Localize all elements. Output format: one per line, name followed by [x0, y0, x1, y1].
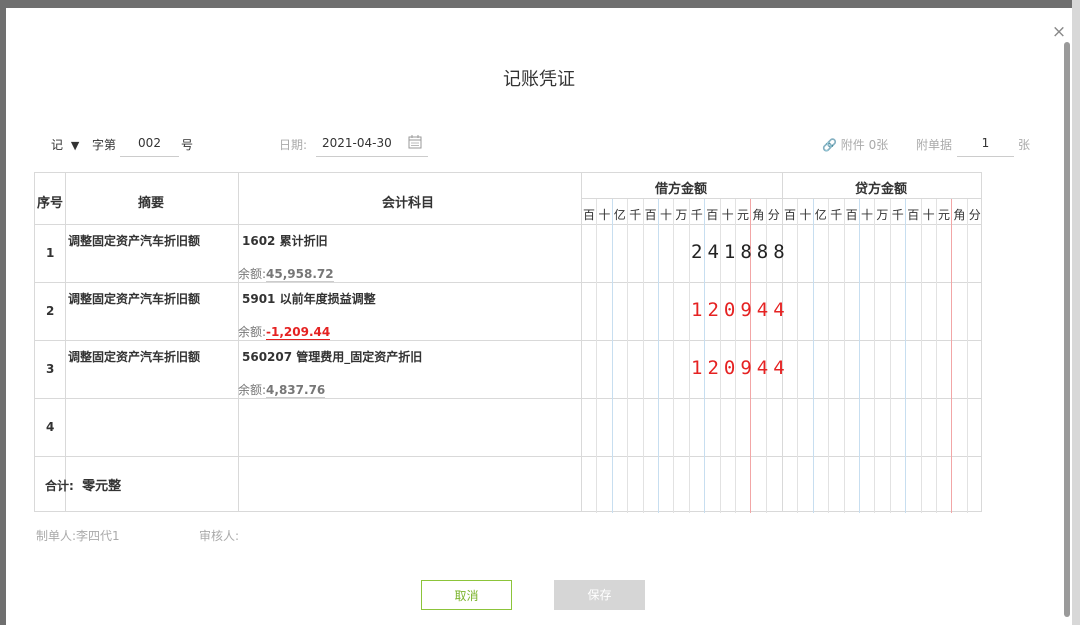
debit-unit-4: 百 — [644, 208, 657, 222]
credit-col-sep-10 — [936, 199, 937, 513]
voucher-word-value: 记 — [51, 138, 64, 152]
debit-unit-6: 万 — [675, 208, 688, 222]
row-2-debit-amount[interactable]: 120944 — [691, 299, 790, 321]
row-3-seq: 3 — [46, 362, 55, 376]
credit-col-sep-1 — [797, 199, 799, 513]
debit-unit-2: 亿 — [613, 208, 626, 222]
attach-docs-label: 附单据 — [916, 138, 953, 152]
background-strip — [1072, 0, 1080, 625]
credit-col-sep-4 — [843, 199, 845, 513]
attachment-link[interactable]: 🔗 附件 0张 — [822, 136, 888, 153]
chevron-down-icon: ▼ — [70, 139, 80, 152]
debit-col-sep-6 — [673, 199, 675, 513]
voucher-word-select[interactable]: 记 ▼ — [51, 136, 79, 153]
attach-docs-unit: 张 — [1018, 138, 1031, 152]
paperclip-icon: 🔗 — [822, 138, 837, 152]
credit-col-sep-3 — [828, 199, 830, 513]
row-2-summary[interactable]: 调整固定资产汽车折旧额 — [68, 290, 200, 307]
col-header-credit: 贷方金额 — [855, 182, 908, 197]
cancel-button[interactable]: 取消 — [421, 580, 512, 610]
row-3-balance: 余额:4,837.76 — [238, 383, 326, 398]
debit-unit-11: 角 — [752, 208, 765, 222]
date-picker[interactable]: 2021-04-30 — [316, 135, 428, 157]
credit-col-sep-11 — [951, 199, 953, 513]
voucher-number-input[interactable]: 002 — [120, 136, 179, 157]
credit-unit-9: 十 — [922, 208, 935, 222]
row-1-balance: 余额:45,958.72 — [238, 267, 334, 282]
debit-col-sep-3 — [627, 199, 629, 513]
debit-unit-12: 分 — [767, 208, 780, 222]
date-value: 2021-04-30 — [322, 136, 392, 150]
credit-col-sep-8 — [905, 199, 907, 513]
debit-unit-3: 千 — [629, 208, 642, 222]
col-header-account: 会计科目 — [382, 196, 435, 211]
credit-col-sep-9 — [920, 199, 922, 513]
total-row: 合计: 零元整 — [45, 479, 122, 494]
save-button[interactable]: 保存 — [554, 580, 645, 610]
date-label: 日期: — [279, 138, 308, 152]
credit-unit-6: 万 — [876, 208, 889, 222]
debit-unit-0: 百 — [583, 208, 596, 222]
credit-unit-8: 百 — [907, 208, 920, 222]
debit-unit-5: 十 — [660, 208, 673, 222]
credit-unit-5: 十 — [861, 208, 874, 222]
debit-unit-9: 十 — [721, 208, 734, 222]
row-2-seq: 2 — [46, 304, 55, 318]
credit-unit-1: 十 — [799, 208, 812, 222]
voucher-number-suffix: 号 — [181, 138, 194, 152]
row-1-account[interactable]: 1602 累计折旧 — [242, 232, 328, 249]
dialog-title: 记账凭证 — [503, 69, 575, 90]
credit-col-sep-2 — [812, 199, 814, 513]
col-header-summary: 摘要 — [138, 196, 165, 211]
col-header-seq: 序号 — [37, 196, 64, 211]
credit-unit-11: 角 — [953, 208, 966, 222]
debit-col-sep-5 — [658, 199, 659, 513]
credit-unit-4: 百 — [845, 208, 858, 222]
credit-col-sep-5 — [859, 199, 860, 513]
row-2-balance: 余额:-1,209.44 — [238, 325, 331, 340]
credit-unit-2: 亿 — [814, 208, 827, 222]
attach-docs-input[interactable]: 1 — [957, 136, 1014, 157]
scrollbar[interactable] — [1064, 42, 1070, 617]
row-3-summary[interactable]: 调整固定资产汽车折旧额 — [68, 348, 200, 365]
col-header-debit: 借方金额 — [655, 182, 708, 197]
credit-col-sep-12 — [966, 199, 968, 513]
row-3-account[interactable]: 560207 管理费用_固定资产折旧 — [242, 348, 422, 365]
maker-info: 制单人:李四代1 — [36, 529, 120, 543]
debit-col-sep-4 — [642, 199, 644, 513]
debit-col-sep-2 — [611, 199, 613, 513]
voucher-word-suffix: 字第 — [92, 138, 117, 152]
debit-unit-1: 十 — [598, 208, 611, 222]
credit-col-sep-6 — [874, 199, 876, 513]
credit-unit-0: 百 — [784, 208, 797, 222]
debit-col-sep-7 — [688, 199, 690, 513]
debit-unit-10: 元 — [737, 208, 750, 222]
credit-unit-3: 千 — [830, 208, 843, 222]
credit-col-sep-7 — [889, 199, 891, 513]
row-1-seq: 1 — [46, 246, 55, 260]
credit-unit-7: 千 — [891, 208, 904, 222]
debit-unit-7: 千 — [690, 208, 703, 222]
voucher-table: 序号 摘要 会计科目 借方金额 贷方金额 百十亿千百十万千百十元角分百十亿千百十… — [34, 172, 982, 513]
debit-unit-8: 百 — [706, 208, 719, 222]
attachment-link-label: 附件 0张 — [840, 138, 889, 152]
close-icon[interactable]: × — [1050, 22, 1068, 42]
debit-col-sep-1 — [596, 199, 598, 513]
row-2-account[interactable]: 5901 以前年度损益调整 — [242, 290, 376, 307]
credit-unit-12: 分 — [968, 208, 981, 222]
reviewer-info: 审核人: — [199, 529, 240, 543]
row-4-seq: 4 — [46, 420, 55, 434]
calendar-icon — [408, 135, 422, 152]
row-1-summary[interactable]: 调整固定资产汽车折旧额 — [68, 232, 200, 249]
row-3-debit-amount[interactable]: 120944 — [691, 357, 790, 379]
row-1-debit-amount[interactable]: 241888 — [691, 241, 790, 263]
credit-unit-10: 元 — [938, 208, 951, 222]
